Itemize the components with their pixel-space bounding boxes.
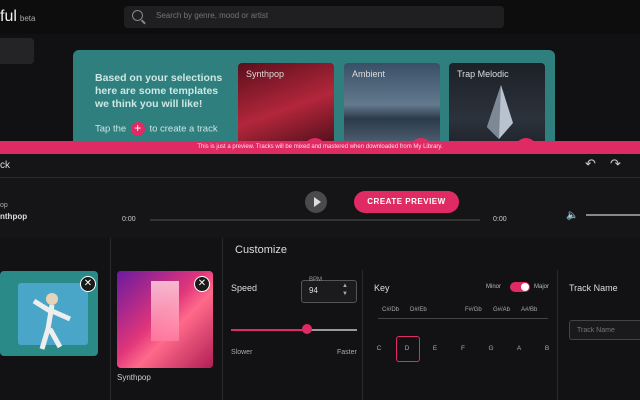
track-genre-label: op — [0, 202, 8, 209]
key-scale — [378, 318, 548, 319]
progress-scrubber[interactable] — [150, 219, 480, 221]
track-name-label: Track Name — [569, 283, 618, 293]
key-label: Key — [374, 283, 390, 293]
key-note[interactable]: E — [425, 345, 445, 352]
speed-slider-thumb[interactable] — [302, 324, 312, 334]
speed-label: Speed — [231, 283, 258, 293]
search-bar[interactable] — [124, 6, 504, 28]
divider — [222, 238, 223, 400]
key-sharp[interactable]: D#/Eb — [410, 307, 427, 313]
key-note[interactable]: F — [453, 345, 473, 352]
card-label: Trap Melodic — [457, 69, 509, 79]
banner-instruction: Tap the + to create a track — [95, 121, 218, 136]
close-icon[interactable]: ✕ — [194, 276, 210, 292]
sidebar-item[interactable] — [0, 38, 34, 64]
key-note[interactable]: B — [537, 345, 557, 352]
speed-slider-fill — [231, 329, 307, 331]
redo-icon[interactable]: ↷ — [610, 157, 622, 170]
search-input[interactable] — [156, 11, 486, 20]
key-note[interactable]: C — [369, 345, 389, 352]
volume-slider[interactable] — [586, 214, 640, 216]
track-genre-title: nthpop — [0, 212, 28, 221]
stepper-arrows-icon[interactable]: ▲ ▼ — [342, 282, 348, 298]
key-note[interactable]: D — [397, 345, 417, 352]
crystal-icon — [487, 85, 513, 139]
key-sharp[interactable]: G#/Ab — [493, 307, 510, 313]
template-label: Synthpop — [117, 373, 151, 382]
time-total: 0:00 — [493, 216, 507, 223]
beta-badge: beta — [19, 14, 36, 23]
key-sharp[interactable]: F#/Gb — [465, 307, 482, 313]
play-button[interactable] — [305, 191, 327, 213]
faster-label: Faster — [337, 349, 357, 356]
plus-icon: + — [130, 122, 145, 136]
preview-notice: This is just a preview. Tracks will be m… — [0, 141, 640, 154]
customize-title: Customize — [235, 244, 287, 256]
slower-label: Slower — [231, 349, 253, 356]
key-sharp[interactable]: C#/Db — [382, 307, 399, 313]
key-sharp[interactable]: A#/Bb — [521, 307, 537, 313]
undo-icon[interactable]: ↶ — [585, 157, 597, 170]
bpm-value[interactable]: 94 — [309, 286, 318, 295]
dancer-image — [32, 293, 72, 350]
key-note[interactable]: A — [509, 345, 529, 352]
divider — [110, 238, 111, 400]
bpm-label: BPM — [309, 277, 323, 283]
panel-title: ck — [0, 160, 10, 171]
banner-headline: Based on your selections here are some t… — [95, 72, 223, 110]
minor-label: Minor — [486, 284, 502, 290]
create-preview-button[interactable]: CREATE PREVIEW — [354, 191, 459, 213]
volume-icon[interactable]: 🔈 — [566, 210, 578, 221]
track-name-input[interactable] — [569, 320, 640, 340]
search-icon — [132, 10, 143, 21]
divider — [0, 177, 640, 178]
time-elapsed: 0:00 — [122, 216, 136, 223]
app-logo[interactable]: ful beta — [0, 8, 35, 26]
close-icon[interactable]: ✕ — [80, 276, 96, 292]
divider — [362, 270, 363, 400]
divider — [557, 270, 558, 400]
card-label: Ambient — [352, 69, 386, 79]
mode-toggle[interactable] — [510, 282, 530, 292]
key-note[interactable]: G — [481, 345, 501, 352]
card-label: Synthpop — [246, 69, 285, 79]
major-label: Major — [534, 284, 550, 290]
